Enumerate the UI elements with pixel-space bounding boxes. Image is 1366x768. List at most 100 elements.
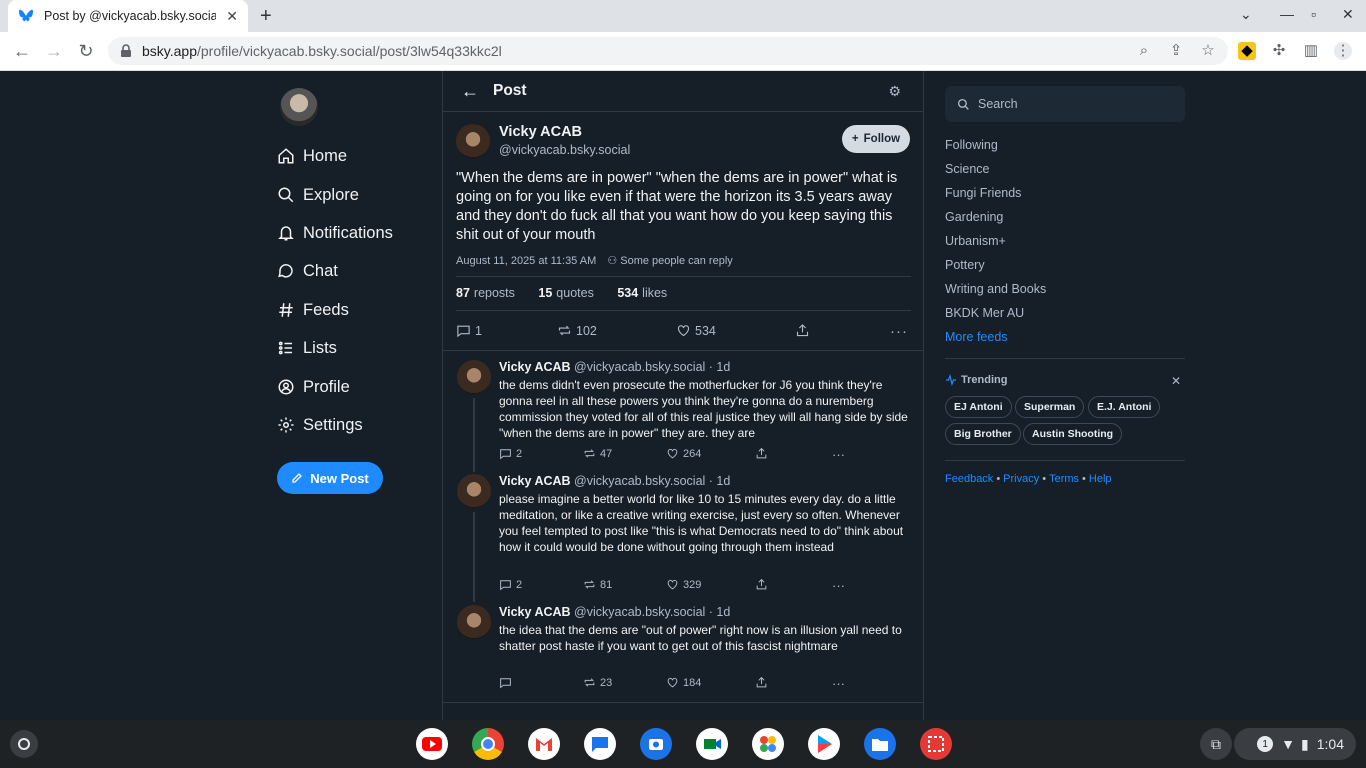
feed-link[interactable]: Following xyxy=(945,138,998,152)
share-button[interactable] xyxy=(755,676,772,689)
reply-avatar[interactable] xyxy=(457,605,491,639)
side-panel-icon[interactable]: ▥ xyxy=(1302,42,1320,60)
reload-icon[interactable]: ↻ xyxy=(76,41,96,62)
feed-link[interactable]: Gardening xyxy=(945,210,1003,224)
feed-link[interactable]: Writing and Books xyxy=(945,282,1046,296)
menu-dots-icon[interactable]: ⋮ xyxy=(1334,42,1352,60)
close-window-icon[interactable]: ✕ xyxy=(1342,6,1354,23)
reposts-count-link[interactable]: 87 reposts xyxy=(456,286,525,300)
share-button[interactable] xyxy=(755,447,772,460)
zoom-icon[interactable]: ⌕ xyxy=(1135,42,1153,60)
thread-settings-icon[interactable]: ⚙ xyxy=(888,83,901,100)
reply-avatar[interactable] xyxy=(457,360,491,394)
nav-home[interactable]: Home xyxy=(277,141,347,171)
repost-button[interactable]: 81 xyxy=(583,578,612,591)
tab-search-icon[interactable]: ⌄ xyxy=(1240,6,1252,23)
new-post-button[interactable]: New Post xyxy=(277,462,383,494)
more-options-icon[interactable]: ··· xyxy=(832,578,845,593)
privacy-link[interactable]: Privacy xyxy=(1003,473,1039,485)
trending-topic[interactable]: EJ Antoni xyxy=(945,396,1012,418)
more-options-icon[interactable]: ··· xyxy=(832,447,845,462)
my-avatar[interactable] xyxy=(280,88,318,126)
reply-post[interactable]: Vicky ACAB @vickyacab.bsky.social · 1d t… xyxy=(443,360,923,472)
back-icon[interactable]: ← xyxy=(12,41,32,62)
reply-button[interactable] xyxy=(499,676,516,689)
files-app-icon[interactable] xyxy=(864,728,896,760)
like-button[interactable]: 534 xyxy=(676,323,716,338)
nav-notifications[interactable]: Notifications xyxy=(277,218,393,248)
trending-topic[interactable]: Superman xyxy=(1015,396,1085,418)
nav-explore[interactable]: Explore xyxy=(277,180,359,210)
repost-button[interactable]: 47 xyxy=(583,447,612,460)
more-options-icon[interactable]: ··· xyxy=(890,323,908,340)
author-handle[interactable]: @vickyacab.bsky.social xyxy=(499,143,630,157)
trending-topic[interactable]: E.J. Antoni xyxy=(1088,396,1161,418)
camera-app-icon[interactable] xyxy=(640,728,672,760)
share-icon[interactable]: ⇪ xyxy=(1167,42,1185,60)
nav-lists[interactable]: Lists xyxy=(277,333,337,363)
system-tray[interactable]: 1 ▼ ▮ 1:04 xyxy=(1234,728,1356,760)
reply-button[interactable]: 1 xyxy=(456,323,482,338)
nav-profile[interactable]: Profile xyxy=(277,372,350,402)
trending-topic[interactable]: Big Brother xyxy=(945,423,1021,445)
reply-post[interactable]: Vicky ACAB @vickyacab.bsky.social · 1d p… xyxy=(443,474,923,602)
likes-count-link[interactable]: 534 likes xyxy=(617,286,677,300)
feedback-link[interactable]: Feedback xyxy=(945,473,993,485)
reply-author-name[interactable]: Vicky ACAB xyxy=(499,605,571,619)
meet-app-icon[interactable] xyxy=(696,728,728,760)
chrome-app-icon[interactable] xyxy=(472,728,504,760)
extensions-puzzle-icon[interactable]: ✣ xyxy=(1270,42,1288,60)
trending-topic[interactable]: Austin Shooting xyxy=(1023,423,1123,445)
close-trending-icon[interactable]: ✕ xyxy=(1171,374,1181,388)
photos-app-icon[interactable] xyxy=(752,728,784,760)
nav-feeds[interactable]: Feeds xyxy=(277,295,349,325)
address-bar[interactable]: bsky.app/profile/vickyacab.bsky.social/p… xyxy=(108,37,1228,65)
author-avatar[interactable] xyxy=(456,124,490,158)
terms-link[interactable]: Terms xyxy=(1049,473,1079,485)
help-link[interactable]: Help xyxy=(1089,473,1112,485)
share-button[interactable] xyxy=(755,578,772,591)
close-tab-icon[interactable]: ✕ xyxy=(226,8,238,25)
reply-button[interactable]: 2 xyxy=(499,578,522,591)
feed-link[interactable]: Pottery xyxy=(945,258,985,272)
feed-link[interactable]: BKDK Mer AU xyxy=(945,306,1024,320)
like-button[interactable]: 329 xyxy=(666,578,701,591)
share-button[interactable] xyxy=(795,323,814,338)
bookmark-star-icon[interactable]: ☆ xyxy=(1199,42,1217,60)
reply-button[interactable]: 2 xyxy=(499,447,522,460)
new-tab-icon[interactable]: + xyxy=(260,5,272,28)
reply-post[interactable]: Vicky ACAB @vickyacab.bsky.social · 1d t… xyxy=(443,605,923,699)
author-name[interactable]: Vicky ACAB xyxy=(499,124,582,140)
screenshot-app-icon[interactable] xyxy=(920,728,952,760)
reply-avatar[interactable] xyxy=(457,474,491,508)
follow-button[interactable]: + Follow xyxy=(842,125,910,153)
launcher-button[interactable] xyxy=(10,730,38,758)
gmail-app-icon[interactable] xyxy=(528,728,560,760)
like-button[interactable]: 184 xyxy=(666,676,701,689)
restore-icon[interactable]: ▫ xyxy=(1311,6,1316,22)
quotes-count-link[interactable]: 15 quotes xyxy=(538,286,603,300)
feed-link[interactable]: Fungi Friends xyxy=(945,186,1021,200)
holding-space-icon[interactable]: ⧉ xyxy=(1200,728,1232,760)
repost-button[interactable]: 23 xyxy=(583,676,612,689)
messages-app-icon[interactable] xyxy=(584,728,616,760)
search-input[interactable]: Search xyxy=(945,86,1185,122)
like-button[interactable]: 264 xyxy=(666,447,701,460)
minimize-icon[interactable]: — xyxy=(1280,6,1294,22)
play-store-app-icon[interactable] xyxy=(808,728,840,760)
reply-author-name[interactable]: Vicky ACAB xyxy=(499,474,571,488)
extension-icon[interactable]: ◆ xyxy=(1238,42,1256,60)
forward-icon[interactable]: → xyxy=(44,41,64,62)
browser-tab[interactable]: Post by @vickyacab.bsky.social ✕ xyxy=(8,0,248,32)
reply-author-name[interactable]: Vicky ACAB xyxy=(499,360,571,374)
reply-setting[interactable]: ⚇ Some people can reply xyxy=(607,255,732,267)
more-feeds-link[interactable]: More feeds xyxy=(945,330,1008,344)
nav-settings[interactable]: Settings xyxy=(277,410,363,440)
repost-button[interactable]: 102 xyxy=(557,323,597,338)
back-arrow-icon[interactable]: ← xyxy=(461,81,479,102)
more-options-icon[interactable]: ··· xyxy=(832,676,845,691)
feed-link[interactable]: Urbanism+ xyxy=(945,234,1006,248)
feed-link[interactable]: Science xyxy=(945,162,989,176)
youtube-app-icon[interactable] xyxy=(416,728,448,760)
nav-chat[interactable]: Chat xyxy=(277,256,338,286)
